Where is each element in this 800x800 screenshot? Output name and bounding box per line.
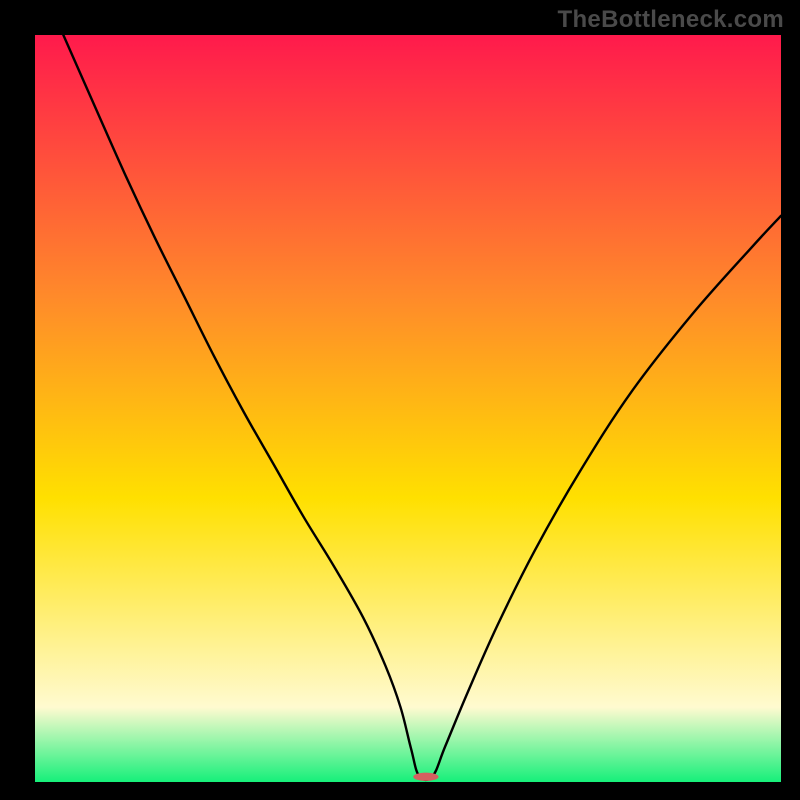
bottleneck-chart	[0, 0, 800, 800]
watermark-text: TheBottleneck.com	[558, 6, 784, 34]
minimum-marker	[413, 773, 438, 781]
chart-stage: TheBottleneck.com	[0, 0, 800, 800]
gradient-background	[35, 35, 781, 782]
